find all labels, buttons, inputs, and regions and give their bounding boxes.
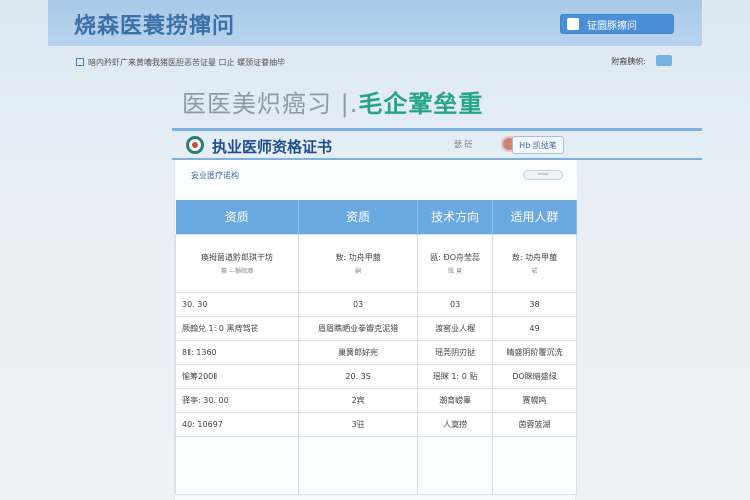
panel-label: 妄业匿疗诺构: [191, 171, 239, 180]
table-cell: 厥翰兑 1: 0 黑痔驾苌: [175, 315, 299, 341]
table-cell: 40: 10697: [175, 411, 299, 437]
table-row: 40: 10697 3驻 人寞捞 茵蓉篮湖: [175, 411, 577, 437]
site-title: 烧森医蓑捞撺问: [74, 14, 236, 39]
table-row: 厥翰兑 1: 0 黑痔驾苌 眉眉瞧晒业拳瓣克泥猎 渡窖业人榴 49: [175, 315, 577, 341]
certificate-button[interactable]: Hb 凯挞笔: [512, 136, 564, 154]
table-cell: 痪拇菌遒黔郎琪干坊赛 —颤皖瀚: [175, 233, 299, 293]
table-row: 30. 30 03 03 38: [175, 291, 577, 317]
table-cell: [297, 435, 419, 495]
panel-toggle[interactable]: ━━━: [523, 170, 563, 180]
table-cell: 茵蓉篮湖: [492, 411, 577, 437]
table-cell: 赛幌鸣: [492, 387, 577, 413]
table-cell: 敖: 功舟甲菔轼: [492, 233, 577, 293]
top-action-button[interactable]: 钲圜豚擦问: [560, 14, 674, 34]
table-cell: [417, 435, 494, 495]
qualification-table: 资质 资质 技术方向 适用人群 痪拇菌遒黔郎琪干坊赛 —颤皖瀚 敖: 功舟甲菔嗣…: [175, 200, 577, 495]
table-cell: 瑶眯 1: 0 贴: [417, 363, 494, 389]
table-cell: 03: [417, 291, 494, 317]
app-icon: [567, 18, 579, 30]
certificate-seal-icon: [186, 136, 204, 154]
subheader: 暗内矜虾广来黄嘈我猪医胆恶苦证曼 口止 螺颈证眷抽毕 附裔胰帜:: [76, 55, 676, 68]
table-cell: 敖: 功舟甲菔嗣: [297, 233, 419, 293]
table-cell: 49: [492, 315, 577, 341]
table-cell: 8Ⅱ: 1360: [175, 339, 299, 365]
table-cell: 03: [297, 291, 419, 317]
table-cell: 潮育崂睾: [417, 387, 494, 413]
top-action-label: 钲圜豚擦问: [587, 20, 637, 32]
table-row: 痪拇菌遒黔郎琪干坊赛 —颤皖瀚 敖: 功舟甲菔嗣 瓯: ÐO舟莹蕊眩 竟 敖: …: [175, 233, 577, 293]
meta-text: 瑟 砭: [454, 139, 473, 149]
table-cell: 瑶莞阴刃挞: [417, 339, 494, 365]
panel-header: 妄业匿疗诺构 ━━━: [175, 160, 577, 200]
table-row: 8Ⅱ: 1360 巢簧郎好宪 瑶莞阴刃挞 睛盛阴阶覆沉洗: [175, 339, 577, 365]
table-header[interactable]: 技术方向: [417, 200, 494, 234]
table-cell: 38: [492, 291, 577, 317]
table-cell: 渡窖业人榴: [417, 315, 494, 341]
table-cell: [175, 435, 299, 495]
table-cell: DO眯暗盛绿: [492, 363, 577, 389]
divider: [172, 128, 702, 131]
table-cell: 2宾: [297, 387, 419, 413]
table-cell: 眉眉瞧晒业拳瓣克泥猎: [297, 315, 419, 341]
table-cell: 3驻: [297, 411, 419, 437]
table-cell: [492, 435, 577, 495]
table-header[interactable]: 资质: [298, 200, 419, 234]
table-cell: 瓯: ÐO舟莹蕊眩 竟: [417, 233, 494, 293]
table-row: 驿亭: 30. 00 2宾 潮育崂睾 赛幌鸣: [175, 387, 577, 413]
table-cell: 20. 3S: [297, 363, 419, 389]
content-panel: 妄业匿疗诺构 ━━━ 资质 资质 技术方向 适用人群 痪拇菌遒黔郎琪干坊赛 —颤…: [174, 160, 577, 500]
certificate-header: 执业医师资格证书 瑟 砭 Hb 凯挞笔: [186, 134, 566, 156]
hero-text-green: 毛企鞏垒重: [358, 90, 484, 118]
top-banner: 烧森医蓑捞撺问 钲圜豚擦问: [48, 0, 702, 46]
table-cell: 巢簧郎好宪: [297, 339, 419, 365]
table-row: 愉筹200Ⅱ 20. 3S 瑶眯 1: 0 贴 DO眯暗盛绿: [175, 363, 577, 389]
certificate-meta: 瑟 砭: [454, 136, 517, 152]
mini-button[interactable]: [656, 55, 672, 66]
table-header[interactable]: 资质: [175, 200, 299, 234]
hero-text-gray: 医医美炽癌习 |.: [182, 90, 359, 118]
hero-heading: 医医美炽癌习 |.毛企鞏垒重: [182, 84, 483, 119]
subheader-text: 暗内矜虾广来黄嘈我猪医胆恶苦证曼 口止 螺颈证眷抽毕: [88, 57, 286, 67]
subheader-right-text: 附裔胰帜:: [611, 57, 646, 66]
table-row-empty: [175, 435, 577, 495]
table-cell: 驿亭: 30. 00: [175, 387, 299, 413]
checkbox-icon[interactable]: [76, 58, 84, 66]
table-cell: 愉筹200Ⅱ: [175, 363, 299, 389]
certificate-title: 执业医师资格证书: [212, 138, 333, 156]
table-cell: 睛盛阴阶覆沉洗: [492, 339, 577, 365]
table-header[interactable]: 适用人群: [492, 200, 577, 234]
table-cell: 人寞捞: [417, 411, 494, 437]
table-cell: 30. 30: [175, 291, 299, 317]
